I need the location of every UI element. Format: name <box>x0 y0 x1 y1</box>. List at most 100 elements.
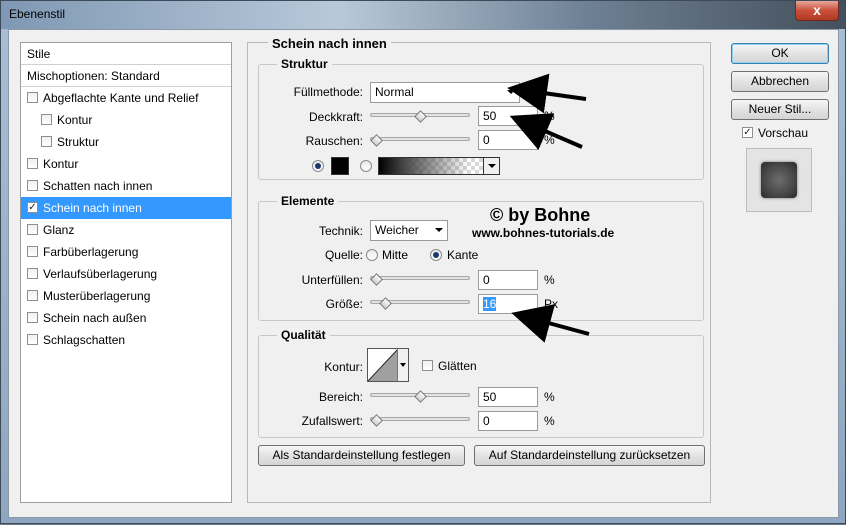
size-input[interactable]: 16 <box>478 294 538 314</box>
inner-glow-panel: Schein nach innen Struktur Füllmethode: … <box>247 36 711 503</box>
style-item-label: Musterüberlagerung <box>43 289 151 303</box>
style-item-label: Schlagschatten <box>43 333 126 347</box>
style-item[interactable]: ✓ Schein nach innen <box>21 197 231 219</box>
choke-unit: % <box>544 273 555 287</box>
chevron-down-icon <box>435 228 443 232</box>
opacity-slider[interactable] <box>370 109 470 123</box>
chevron-down-icon <box>488 164 496 168</box>
range-input[interactable]: 50 <box>478 387 538 407</box>
source-center-radio[interactable] <box>366 249 378 261</box>
style-item[interactable]: Musterüberlagerung <box>21 285 231 307</box>
jitter-label: Zufallswert: <box>301 414 363 428</box>
choke-slider-track <box>370 276 470 280</box>
source-label: Quelle: <box>324 248 363 262</box>
ok-button[interactable]: OK <box>731 43 829 64</box>
technique-label: Technik: <box>318 224 363 238</box>
gradient-picker[interactable] <box>378 157 500 175</box>
style-item-checkbox[interactable] <box>27 246 38 257</box>
style-item-checkbox[interactable] <box>27 92 38 103</box>
elemente-group: Elemente Technik: Weicher Quelle: Mitte … <box>258 194 704 321</box>
size-unit: Px <box>544 297 559 311</box>
blend-mode-value: Normal <box>375 85 414 99</box>
watermark-copyright: © by Bohne <box>490 205 591 225</box>
style-item-label: Verlaufsüberlagerung <box>43 267 158 281</box>
style-item-label: Schatten nach innen <box>43 179 153 193</box>
style-item-checkbox[interactable] <box>27 334 38 345</box>
style-item-checkbox[interactable] <box>41 114 52 125</box>
style-item[interactable]: Abgeflachte Kante und Relief <box>21 87 231 109</box>
style-item-checkbox[interactable] <box>27 224 38 235</box>
style-list-header: Stile <box>21 43 231 65</box>
choke-slider[interactable] <box>370 272 470 286</box>
cancel-button[interactable]: Abbrechen <box>731 71 829 92</box>
opacity-unit: % <box>544 109 555 123</box>
noise-slider[interactable] <box>370 133 470 147</box>
size-value: 16 <box>483 297 497 311</box>
range-slider[interactable] <box>370 389 470 403</box>
style-item-checkbox[interactable] <box>27 290 38 301</box>
chevron-down-icon <box>507 90 515 94</box>
jitter-unit: % <box>544 414 555 428</box>
style-item[interactable]: Schatten nach innen <box>21 175 231 197</box>
style-item-label: Schein nach innen <box>43 201 142 215</box>
style-item-checkbox[interactable] <box>41 136 52 147</box>
blend-options-item[interactable]: Mischoptionen: Standard <box>21 65 231 87</box>
preview-thumbnail <box>746 148 812 212</box>
contour-picker[interactable] <box>367 348 409 382</box>
style-item[interactable]: Kontur <box>21 153 231 175</box>
gradient-radio[interactable] <box>360 160 372 172</box>
antialias-label: Glätten <box>438 359 477 373</box>
contour-dropdown[interactable] <box>397 349 408 381</box>
close-button[interactable]: x <box>795 1 839 21</box>
watermark-url: www.bohnes-tutorials.de <box>472 226 615 240</box>
style-item-label: Farbüberlagerung <box>43 245 139 259</box>
gradient-dropdown[interactable] <box>483 158 499 174</box>
style-item[interactable]: Struktur <box>21 131 231 153</box>
solid-color-radio[interactable] <box>312 160 324 172</box>
preview-label: Vorschau <box>758 126 809 140</box>
preview-checkbox[interactable]: ✓ <box>742 127 753 138</box>
technique-select[interactable]: Weicher <box>370 220 448 241</box>
style-item[interactable]: Schlagschatten <box>21 329 231 351</box>
size-slider[interactable] <box>370 296 470 310</box>
style-item-checkbox[interactable] <box>27 180 38 191</box>
source-edge-label: Kante <box>447 248 479 262</box>
choke-input[interactable]: 0 <box>478 270 538 290</box>
jitter-input[interactable]: 0 <box>478 411 538 431</box>
style-item-label: Schein nach außen <box>43 311 147 325</box>
style-item[interactable]: Verlaufsüberlagerung <box>21 263 231 285</box>
style-item[interactable]: Farbüberlagerung <box>21 241 231 263</box>
opacity-input[interactable]: 50 <box>478 106 538 126</box>
color-swatch[interactable] <box>331 157 349 175</box>
source-center-label: Mitte <box>382 248 409 262</box>
noise-slider-track <box>370 137 470 141</box>
choke-label: Unterfüllen: <box>301 273 363 287</box>
window-title: Ebenenstil <box>9 7 66 21</box>
style-item[interactable]: Schein nach außen <box>21 307 231 329</box>
style-item-checkbox[interactable] <box>27 312 38 323</box>
style-item-checkbox[interactable] <box>27 268 38 279</box>
title-bar[interactable]: Ebenenstil x <box>1 1 845 29</box>
struktur-group: Struktur Füllmethode: Normal Deckkraft: … <box>258 57 704 180</box>
qualitaet-group: Qualität Kontur: Glätten Bereich: 50 % Z… <box>258 328 704 438</box>
style-item-label: Abgeflachte Kante und Relief <box>43 91 199 105</box>
style-item[interactable]: Kontur <box>21 109 231 131</box>
antialias-checkbox[interactable] <box>422 360 433 371</box>
blend-mode-label: Füllmethode: <box>293 85 363 99</box>
blend-mode-select[interactable]: Normal <box>370 82 520 103</box>
style-item-checkbox[interactable] <box>27 158 38 169</box>
style-item-checkbox[interactable]: ✓ <box>27 202 38 213</box>
source-edge-radio[interactable] <box>430 249 442 261</box>
contour-label: Kontur: <box>324 360 363 374</box>
noise-input[interactable]: 0 <box>478 130 538 150</box>
make-default-button[interactable]: Als Standardeinstellung festlegen <box>258 445 465 466</box>
jitter-slider[interactable] <box>370 413 470 427</box>
reset-default-button[interactable]: Auf Standardeinstellung zurücksetzen <box>474 445 705 466</box>
new-style-button[interactable]: Neuer Stil... <box>731 99 829 120</box>
qualitaet-title: Qualität <box>277 328 330 342</box>
preview-swatch <box>761 162 797 198</box>
style-item-label: Kontur <box>57 113 93 127</box>
chevron-down-icon <box>400 363 406 367</box>
size-label: Größe: <box>325 297 363 311</box>
style-item[interactable]: Glanz <box>21 219 231 241</box>
